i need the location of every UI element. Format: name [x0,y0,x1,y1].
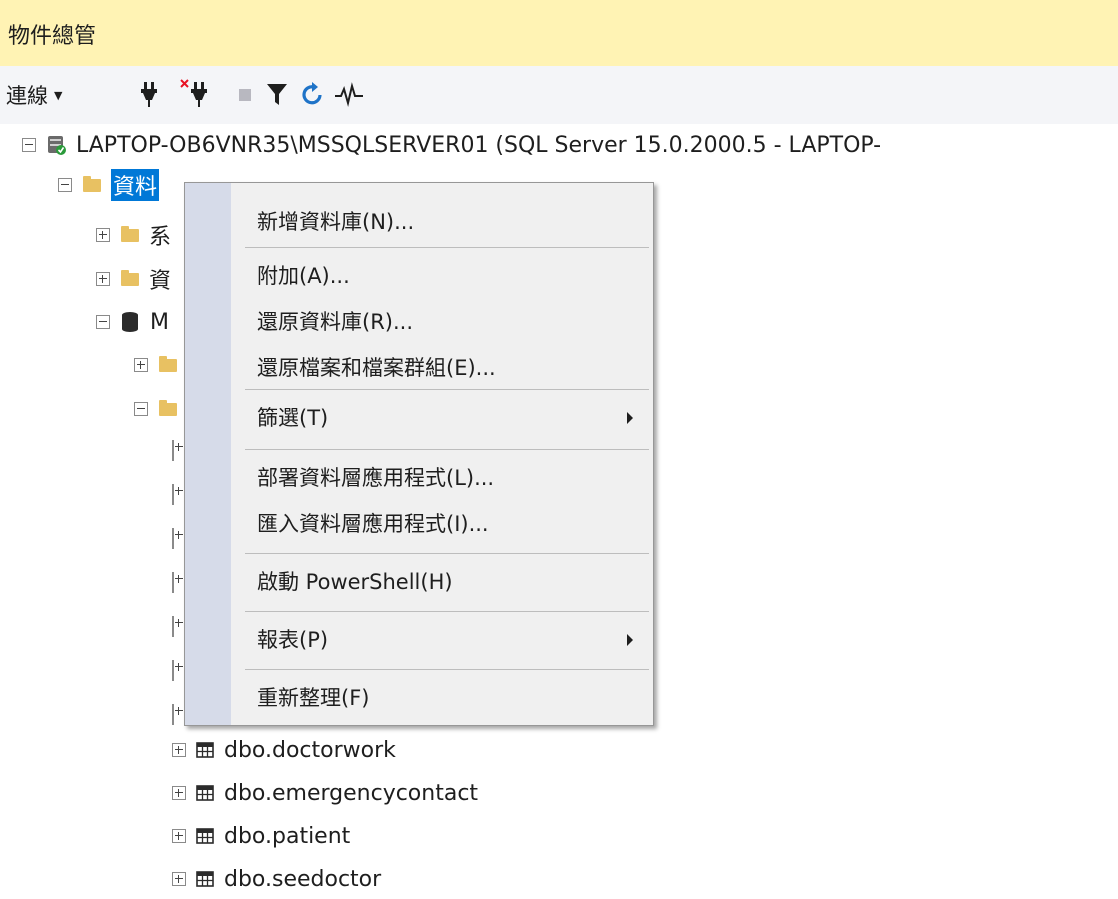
menu-item-restore-files[interactable]: 還原檔案和檔案群組(E)... [231,347,653,387]
hidden-row-toggle[interactable] [172,616,174,637]
menu-item-new-database[interactable]: 新增資料庫(N)... [231,201,653,241]
expand-toggle[interactable] [172,829,186,843]
menu-item-label: 報表(P) [257,628,329,652]
table-icon [196,742,214,758]
stop-icon[interactable] [234,78,260,110]
tree-node-snapshots[interactable]: 資 [96,259,171,299]
server-icon [48,136,66,155]
table-icon [196,871,214,887]
expand-toggle[interactable] [96,272,110,286]
collapse-toggle[interactable] [22,138,36,152]
refresh-icon[interactable] [300,78,326,110]
menu-separator [245,449,649,450]
tree-node-table[interactable]: dbo.seedoctor [172,859,381,899]
table-name: dbo.doctorwork [224,737,396,763]
node-label: 資 [149,269,172,294]
menu-item-refresh[interactable]: 重新整理(F) [231,677,653,717]
tree-node-databases[interactable]: 資料 [58,165,160,205]
folder-icon [159,399,177,416]
menu-item-import-data-tier[interactable]: 匯入資料層應用程式(I)... [231,503,653,543]
table-name: dbo.emergencycontact [224,780,479,806]
menu-item-start-powershell[interactable]: 啟動 PowerShell(H) [231,561,653,601]
menu-item-label: 附加(A)... [257,264,350,288]
menu-item-label: 部署資料層應用程式(L)... [257,466,495,490]
collapse-toggle[interactable] [96,315,110,329]
table-icon [196,828,214,844]
server-name: LAPTOP-OB6VNR35\MSSQLSERVER01 (SQL Serve… [76,132,882,158]
expand-toggle[interactable] [172,786,186,800]
context-menu: 新增資料庫(N)... 附加(A)... 還原資料庫(R)... 還原檔案和檔案… [184,182,654,726]
submenu-arrow-icon [627,412,633,424]
hidden-row-toggle[interactable] [172,440,174,461]
collapse-toggle[interactable] [134,402,148,416]
menu-item-label: 篩選(T) [257,406,329,430]
hidden-row-toggle[interactable] [172,572,174,593]
menu-item-restore-database[interactable]: 還原資料庫(R)... [231,301,653,341]
chevron-down-icon: ▼ [54,88,63,102]
connect-dropdown-button[interactable]: 連線 ▼ [6,80,62,110]
hidden-row-toggle[interactable] [172,660,174,681]
menu-separator [245,669,649,670]
connect-plug-icon[interactable] [136,78,162,110]
menu-item-label: 啟動 PowerShell(H) [257,570,453,594]
expand-toggle[interactable] [172,872,186,886]
tree-node-table[interactable]: dbo.doctorwork [172,730,396,770]
folder-icon [159,355,177,372]
menu-separator [245,553,649,554]
menu-item-deploy-data-tier[interactable]: 部署資料層應用程式(L)... [231,457,653,497]
activity-monitor-icon[interactable] [334,78,364,110]
object-explorer-title-bar: 物件總管 [0,0,1118,66]
menu-item-attach[interactable]: 附加(A)... [231,255,653,295]
menu-item-reports[interactable]: 報表(P) [231,619,653,659]
tree-node-user-database[interactable]: M [96,302,169,342]
tree-node-tables-folder[interactable] [134,389,177,429]
database-icon [122,312,138,332]
expand-toggle[interactable] [96,228,110,242]
connect-label: 連線 [6,84,48,108]
tree-node-table[interactable]: dbo.emergencycontact [172,773,478,813]
table-name: dbo.patient [224,823,351,849]
tree-node-subfolder[interactable] [134,345,177,385]
menu-separator [245,611,649,612]
menu-separator [245,389,649,390]
folder-icon [83,175,101,192]
menu-item-label: 匯入資料層應用程式(I)... [257,512,489,536]
menu-item-label: 重新整理(F) [257,686,370,710]
databases-label: 資料 [111,169,160,201]
hidden-row-toggle[interactable] [172,484,174,505]
hidden-row-toggle[interactable] [172,704,174,725]
folder-icon [121,269,139,286]
expand-toggle[interactable] [172,743,186,757]
menu-item-label: 新增資料庫(N)... [257,210,415,234]
table-name: dbo.seedoctor [224,866,382,892]
tree-node-server[interactable]: LAPTOP-OB6VNR35\MSSQLSERVER01 (SQL Serve… [22,125,881,165]
table-icon [196,785,214,801]
folder-icon [121,225,139,242]
node-label: M [150,309,169,335]
menu-separator [245,247,649,248]
object-explorer-toolbar: 連線 ▼ [0,66,1118,125]
menu-item-label: 還原資料庫(R)... [257,310,414,334]
filter-icon[interactable] [264,78,290,110]
menu-item-label: 還原檔案和檔案群組(E)... [257,356,496,380]
node-label: 系 [149,225,172,250]
tree-node-table[interactable]: dbo.patient [172,816,350,856]
context-menu-gutter [185,183,231,725]
tree-node-system-databases[interactable]: 系 [96,215,171,255]
expand-toggle[interactable] [134,358,148,372]
collapse-toggle[interactable] [58,178,72,192]
panel-title: 物件總管 [8,24,97,49]
disconnect-plug-icon[interactable] [180,78,212,110]
hidden-row-toggle[interactable] [172,528,174,549]
submenu-arrow-icon [627,634,633,646]
menu-item-filter[interactable]: 篩選(T) [231,397,653,437]
